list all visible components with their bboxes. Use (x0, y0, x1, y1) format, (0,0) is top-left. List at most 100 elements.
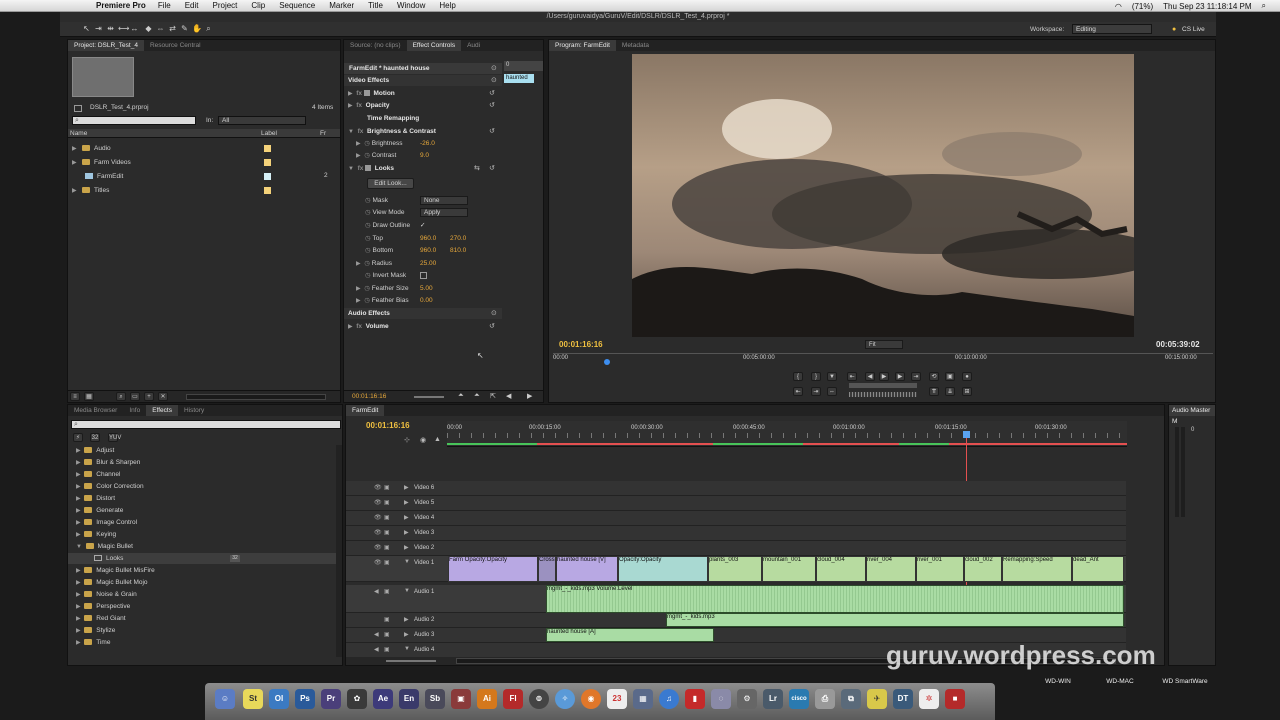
timeline-current-time[interactable]: 00:01:16:16 (366, 421, 410, 430)
effects-folder-stylize[interactable]: ▶ Stylize (76, 625, 115, 636)
program-time-ruler[interactable]: 00:00 00:05:00:00 00:10:00:00 00:15:00:0… (553, 353, 1213, 363)
lock-icon[interactable]: ▣ (384, 484, 390, 491)
new-bin-icon[interactable]: ▭ (130, 392, 140, 401)
effects-folder-magic-bullet[interactable]: ▼ Magic Bullet (76, 541, 133, 552)
label-swatch[interactable] (264, 187, 271, 194)
cyberduck-icon[interactable]: ✈ (867, 689, 887, 709)
transition-cross-dissolve[interactable]: Cross (538, 556, 556, 582)
slip-tool-icon[interactable]: ⇔ (156, 24, 165, 34)
radius-value[interactable]: 25.00 (420, 258, 436, 269)
stopwatch-icon[interactable]: ◷ (364, 285, 370, 292)
label-swatch[interactable] (264, 145, 271, 152)
motion-transform-icon[interactable] (363, 90, 370, 97)
bottom-y-value[interactable]: 810.0 (450, 245, 466, 256)
safari-icon[interactable]: ✧ (555, 689, 575, 709)
set-in-icon[interactable]: { (793, 372, 803, 381)
dvd-icon[interactable]: ⊚ (529, 689, 549, 709)
icon-view-icon[interactable]: ▦ (84, 392, 94, 401)
project-item-audio[interactable]: ▶ Audio (72, 143, 111, 154)
output-icon[interactable]: ● (962, 372, 972, 381)
effect-motion[interactable]: ▶ fx Motion (348, 88, 395, 99)
reset-icon[interactable]: ↺ (489, 101, 495, 109)
stopwatch-icon[interactable]: ◷ (365, 209, 371, 216)
effects-folder-noise-grain[interactable]: ▶ Noise & Grain (76, 589, 137, 600)
go-to-in-icon[interactable]: ⇤ (847, 372, 857, 381)
list-view-icon[interactable]: ≡ (70, 392, 80, 401)
expand-track-icon[interactable]: ▶ (404, 514, 409, 521)
outlook-icon[interactable]: Ol (269, 689, 289, 709)
effect-time-remapping[interactable]: Time Remapping (367, 113, 419, 124)
kindle-icon[interactable]: ■ (945, 689, 965, 709)
looks-mask-icon[interactable] (365, 165, 372, 172)
stopwatch-icon[interactable]: ◷ (364, 260, 370, 267)
tab-info[interactable]: Info (123, 405, 146, 416)
zoom-out-icon[interactable]: ⏶ (458, 392, 464, 400)
trim-icon[interactable]: ⊞ (962, 387, 972, 396)
menu-help[interactable]: Help (439, 1, 455, 10)
menu-clip[interactable]: Clip (251, 1, 265, 10)
soundbooth-icon[interactable]: Sb (425, 689, 445, 709)
expand-triangle-icon[interactable]: ▶ (72, 146, 77, 152)
timeline-clip-river-001[interactable]: river_001 (916, 556, 964, 582)
go-to-prev-edit-icon[interactable]: ⇤ (793, 387, 803, 396)
expand-track-icon[interactable]: ▶ (404, 616, 409, 623)
effects-folder-perspective[interactable]: ▶ Perspective (76, 601, 130, 612)
lock-icon[interactable]: ▣ (384, 529, 390, 536)
lock-icon[interactable]: ▣ (384, 544, 390, 551)
lock-icon[interactable]: ▣ (384, 616, 390, 623)
workspace-select[interactable]: Editing (1072, 24, 1152, 34)
label-swatch[interactable] (264, 173, 271, 180)
top-x-value[interactable]: 960.0 (420, 233, 436, 244)
go-to-next-edit-icon[interactable]: ⇥ (811, 387, 821, 396)
fx-icon[interactable]: fx (356, 90, 362, 97)
zoom-tool-icon[interactable]: ⌕ (204, 24, 213, 34)
effects-folder-image-control[interactable]: ▶ Image Control (76, 517, 137, 528)
stopwatch-icon[interactable]: ◷ (364, 140, 370, 147)
stopwatch-icon[interactable]: ◷ (364, 152, 370, 159)
tab-source[interactable]: Source: (no clips) (344, 40, 407, 51)
expand-track-icon[interactable]: ▶ (404, 529, 409, 536)
printer-icon[interactable]: ⎙ (815, 689, 835, 709)
premiere-icon[interactable]: Pr (321, 689, 341, 709)
menu-sequence[interactable]: Sequence (279, 1, 315, 10)
ical-icon[interactable]: 23 (607, 689, 627, 709)
effects-folder-distort[interactable]: ▶ Distort (76, 493, 115, 504)
contrast-value[interactable]: 9.0 (420, 150, 429, 161)
draw-outline-checkbox[interactable]: ✓ (420, 220, 425, 231)
in-select[interactable]: All (218, 116, 306, 125)
export-icon[interactable]: ⇱ (490, 392, 496, 400)
eye-icon[interactable]: 👁 (374, 514, 382, 521)
expand-track-icon[interactable]: ▶ (404, 631, 409, 638)
eye-icon[interactable]: 👁 (374, 484, 382, 491)
eye-icon[interactable]: 👁 (374, 544, 382, 551)
cs-live-icon[interactable]: ● (1172, 26, 1176, 33)
snap-icon[interactable]: ⊹ (404, 436, 410, 444)
marker-icon[interactable]: ▼ (827, 372, 837, 381)
devonthink-icon[interactable]: DT (893, 689, 913, 709)
effects-folder-red-giant[interactable]: ▶ Red Giant (76, 613, 126, 624)
set-marker-icon[interactable]: ◉ (420, 436, 426, 444)
reset-icon[interactable]: ↺ (489, 164, 495, 172)
timeline-playhead[interactable] (963, 431, 970, 438)
play-icon[interactable]: ▶ (879, 372, 889, 381)
project-item-farmedit[interactable]: FarmEdit (85, 171, 123, 182)
desktop-drive-wd-smartware[interactable]: WD SmartWare (1160, 678, 1210, 685)
timeline-clip-haunted-house-audio[interactable]: haunted house [A] (546, 628, 714, 642)
effect-volume[interactable]: ▶ fx Volume (348, 321, 389, 332)
effect-controls-timecode[interactable]: 00:01:16:16 (352, 393, 386, 400)
selection-tool-icon[interactable]: ↖ (82, 24, 91, 34)
speaker-icon[interactable]: ◀ (374, 631, 379, 638)
ripple-edit-tool-icon[interactable]: ⇹ (106, 24, 115, 34)
lock-icon[interactable]: ▣ (384, 631, 390, 638)
tab-media-browser[interactable]: Media Browser (68, 405, 123, 416)
desktop-drive-wd-mac[interactable]: WD-MAC (1100, 678, 1140, 685)
new-item-icon[interactable]: + (144, 392, 154, 401)
effect-brightness-contrast[interactable]: ▼ fx Brightness & Contrast (348, 126, 436, 137)
eye-icon[interactable]: 👁 (374, 499, 382, 506)
system-prefs-icon[interactable]: ⚙ (737, 689, 757, 709)
fx-icon[interactable]: fx (358, 128, 364, 135)
cs-live-button[interactable]: CS Live (1182, 26, 1205, 33)
effects-folder-mb-mojo[interactable]: ▶ Magic Bullet Mojo (76, 577, 148, 588)
find-icon[interactable]: ⌕ (116, 392, 126, 401)
label-swatch[interactable] (264, 159, 271, 166)
